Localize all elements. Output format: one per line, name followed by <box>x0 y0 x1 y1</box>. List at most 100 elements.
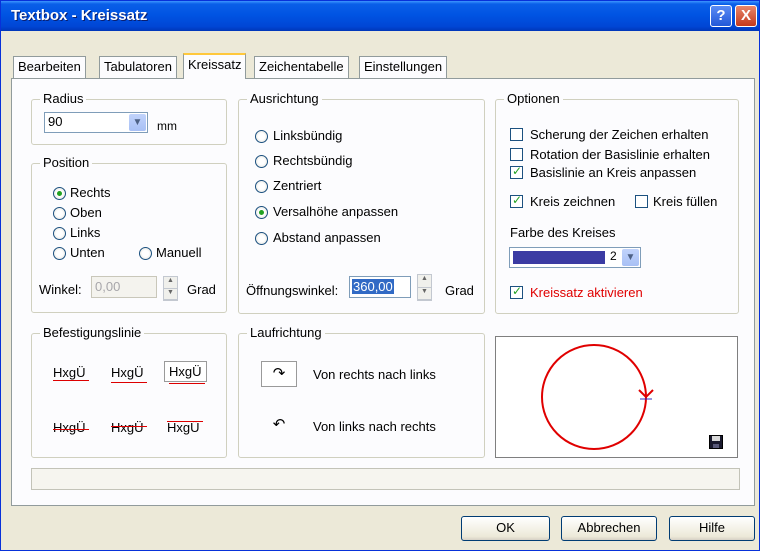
color-label: Farbe des Kreises <box>510 225 616 240</box>
opening-value: 360,00 <box>352 279 394 294</box>
laufrichtung-group: Laufrichtung <box>238 325 485 458</box>
radio-manuell[interactable] <box>139 247 152 260</box>
ok-button[interactable]: OK <box>461 516 550 541</box>
spin-down-icon[interactable]: ▼ <box>164 289 177 300</box>
rotate-counterclockwise-icon: ↶ <box>272 416 286 433</box>
check-kreis-fuellen-label: Kreis füllen <box>653 194 718 209</box>
check-kreis-zeichnen-label: Kreis zeichnen <box>530 194 616 209</box>
check-scherung-label: Scherung der Zeichen erhalten <box>530 127 709 142</box>
tab-bearbeiten[interactable]: Bearbeiten <box>13 56 86 78</box>
position-legend: Position <box>40 155 93 170</box>
baseline-option-2[interactable]: HxgÜ <box>111 365 144 380</box>
baseline-option-3[interactable]: HxgÜ <box>164 361 207 382</box>
radio-rechts[interactable] <box>53 187 66 200</box>
direction-ltr-button[interactable]: ↶ <box>261 413 297 439</box>
laufrichtung-legend: Laufrichtung <box>247 325 325 340</box>
radio-rechtsbuendig-label: Rechtsbündig <box>273 153 353 168</box>
check-kreis-zeichnen[interactable] <box>510 193 523 208</box>
spin-up-icon[interactable]: ▲ <box>418 275 431 288</box>
tab-zeichentabelle[interactable]: Zeichentabelle <box>254 56 349 78</box>
radio-linksbuendig[interactable] <box>255 130 268 143</box>
check-kreissatz-aktivieren-label: Kreissatz aktivieren <box>530 285 643 300</box>
baseline-marker <box>53 380 89 381</box>
opening-unit: Grad <box>445 283 474 298</box>
opening-label: Öffnungswinkel: <box>246 283 339 298</box>
radio-zentriert[interactable] <box>255 180 268 193</box>
baseline-marker <box>111 426 147 427</box>
spin-down-icon[interactable]: ▼ <box>418 288 431 300</box>
close-button[interactable]: X <box>735 5 757 27</box>
opening-input[interactable]: 360,00 <box>349 276 411 298</box>
angle-input[interactable]: 0,00 <box>91 276 157 298</box>
check-kreis-fuellen[interactable] <box>635 195 648 208</box>
help-button-label: Hilfe <box>698 520 725 535</box>
radio-links[interactable] <box>53 227 66 240</box>
radius-legend: Radius <box>40 91 87 106</box>
tab-kreissatz[interactable]: Kreissatz <box>183 53 247 79</box>
direction-rtl-label: Von rechts nach links <box>313 367 436 382</box>
radio-zentriert-label: Zentriert <box>273 178 322 193</box>
color-select[interactable]: 2 ▼ <box>509 247 641 268</box>
check-basislinie-label: Basislinie an Kreis anpassen <box>530 165 697 180</box>
baseline-marker <box>167 421 203 422</box>
cancel-button[interactable]: Abbrechen <box>561 516 657 541</box>
baseline-option-6[interactable]: HxgÜ <box>167 420 200 435</box>
radio-abstand[interactable] <box>255 232 268 245</box>
radio-rechtsbuendig[interactable] <box>255 155 268 168</box>
dialog-window: Textbox - Kreissatz ? X Bearbeiten Tabul… <box>0 0 760 551</box>
baseline-option-4[interactable]: HxgÜ <box>53 420 86 435</box>
angle-unit: Grad <box>187 282 216 297</box>
radio-linksbuendig-label: Linksbündig <box>273 128 343 143</box>
help-title-button[interactable]: ? <box>710 5 732 27</box>
radio-rechts-label: Rechts <box>70 185 111 200</box>
angle-label: Winkel: <box>39 282 82 297</box>
ausrichtung-legend: Ausrichtung <box>247 91 322 106</box>
baseline-marker <box>53 429 89 430</box>
check-kreissatz-aktivieren[interactable] <box>510 284 523 299</box>
color-swatch <box>513 251 605 264</box>
check-basislinie[interactable] <box>510 164 523 179</box>
radio-versalhoehe[interactable] <box>255 206 268 219</box>
angle-stepper[interactable]: ▲ ▼ <box>163 276 178 301</box>
befestigung-group: Befestigungslinie <box>31 325 227 458</box>
radio-versalhoehe-label: Versalhöhe anpassen <box>273 204 399 219</box>
cancel-button-label: Abbrechen <box>577 520 641 535</box>
ok-button-label: OK <box>496 520 515 535</box>
circle-preview <box>495 336 738 458</box>
radio-unten[interactable] <box>53 247 66 260</box>
radio-oben[interactable] <box>53 207 66 220</box>
radius-value: 90 <box>48 114 63 129</box>
check-rotation[interactable] <box>510 148 523 161</box>
radio-manuell-label: Manuell <box>156 245 202 260</box>
check-rotation-label: Rotation der Basislinie erhalten <box>530 147 710 162</box>
preview-circle <box>541 344 647 450</box>
help-button[interactable]: Hilfe <box>669 516 755 541</box>
befestigung-legend: Befestigungslinie <box>40 325 145 340</box>
angle-value: 0,00 <box>95 279 121 294</box>
optionen-legend: Optionen <box>504 91 563 106</box>
direction-rtl-button[interactable]: ↷ <box>261 361 297 387</box>
baseline-marker <box>111 382 147 383</box>
tab-einstellungen[interactable]: Einstellungen <box>359 56 448 78</box>
radio-unten-label: Unten <box>70 245 105 260</box>
status-bar <box>31 468 740 490</box>
radius-unit: mm <box>157 119 177 133</box>
rotate-clockwise-icon: ↷ <box>272 365 286 382</box>
baseline-marker <box>169 383 205 384</box>
title-bar: Textbox - Kreissatz ? X <box>1 1 759 31</box>
opening-stepper[interactable]: ▲ ▼ <box>417 274 432 301</box>
baseline-option-5[interactable]: HxgÜ <box>111 420 144 435</box>
chevron-down-icon[interactable]: ▼ <box>129 114 146 131</box>
radio-links-label: Links <box>70 225 101 240</box>
check-scherung[interactable] <box>510 128 523 141</box>
spin-up-icon[interactable]: ▲ <box>164 277 177 289</box>
direction-ltr-label: Von links nach rechts <box>313 419 436 434</box>
radio-abstand-label: Abstand anpassen <box>273 230 381 245</box>
window-title: Textbox - Kreissatz <box>11 7 148 24</box>
floppy-disk-icon[interactable] <box>709 435 723 449</box>
color-index: 2 <box>610 249 617 263</box>
baseline-option-1[interactable]: HxgÜ <box>53 365 86 380</box>
tab-tabulatoren[interactable]: Tabulatoren <box>99 56 177 78</box>
radius-select[interactable]: 90 ▼ <box>44 112 148 133</box>
chevron-down-icon[interactable]: ▼ <box>622 249 639 266</box>
